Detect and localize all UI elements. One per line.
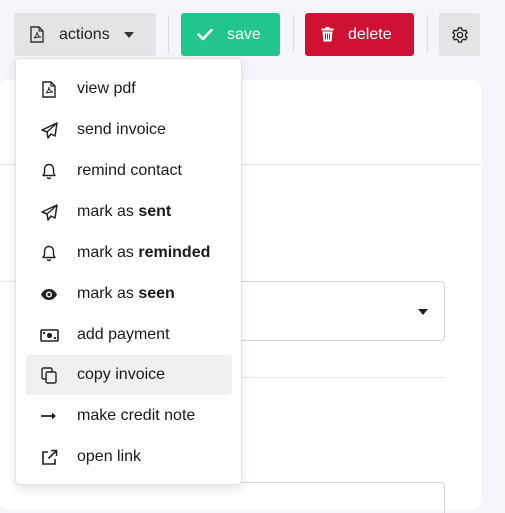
external-link-icon	[39, 447, 59, 467]
paper-plane-icon	[39, 202, 59, 222]
toolbar-separator	[427, 15, 428, 53]
menu-item-open-link[interactable]: open link	[26, 437, 232, 477]
delete-label: delete	[348, 25, 392, 43]
menu-item-label: copy invoice	[77, 366, 166, 383]
menu-item-label: mark as seen	[77, 285, 175, 302]
select-caret-icon	[418, 309, 428, 315]
menu-item-remind-contact[interactable]: remind contact	[26, 151, 232, 191]
actions-button[interactable]: actions	[14, 13, 156, 56]
menu-item-label: send invoice	[77, 121, 166, 138]
menu-item-label: open link	[77, 448, 142, 465]
actions-dropdown-menu: view pdf send invoice remind contact mar…	[15, 58, 242, 485]
menu-item-label: view pdf	[77, 80, 136, 97]
gear-icon	[451, 26, 469, 44]
menu-item-mark-as-sent[interactable]: mark as sent	[26, 192, 232, 232]
check-icon	[197, 28, 213, 41]
chevron-down-icon	[123, 31, 134, 38]
pdf-file-icon	[30, 26, 44, 43]
save-label: save	[227, 25, 261, 43]
menu-item-add-payment[interactable]: add payment	[26, 315, 232, 355]
menu-item-copy-invoice[interactable]: copy invoice	[26, 355, 232, 395]
money-bill-icon	[39, 325, 59, 345]
toolbar-separator	[293, 15, 294, 53]
eye-icon	[39, 284, 59, 304]
actions-label: actions	[59, 25, 110, 43]
menu-item-label: make credit note	[77, 407, 196, 424]
pdf-file-icon	[39, 79, 59, 99]
menu-item-label: remind contact	[77, 162, 182, 179]
menu-item-make-credit-note[interactable]: make credit note	[26, 396, 232, 436]
save-button[interactable]: save	[181, 13, 280, 56]
menu-item-label: add payment	[77, 326, 170, 343]
menu-item-send-invoice[interactable]: send invoice	[26, 110, 232, 150]
menu-item-label: mark as reminded	[77, 244, 211, 261]
trash-icon	[321, 27, 334, 42]
toolbar-separator	[168, 15, 169, 53]
input-field[interactable]	[200, 482, 445, 513]
menu-item-mark-as-seen[interactable]: mark as seen	[26, 274, 232, 314]
copy-icon	[39, 365, 59, 385]
delete-button[interactable]: delete	[305, 13, 414, 56]
menu-item-view-pdf[interactable]: view pdf	[26, 69, 232, 109]
menu-item-mark-as-reminded[interactable]: mark as reminded	[26, 233, 232, 273]
paper-plane-icon	[39, 120, 59, 140]
settings-button[interactable]	[439, 13, 480, 56]
menu-item-label: mark as sent	[77, 203, 172, 220]
arrow-right-icon	[39, 406, 59, 426]
bell-icon	[39, 243, 59, 263]
bell-icon	[39, 161, 59, 181]
